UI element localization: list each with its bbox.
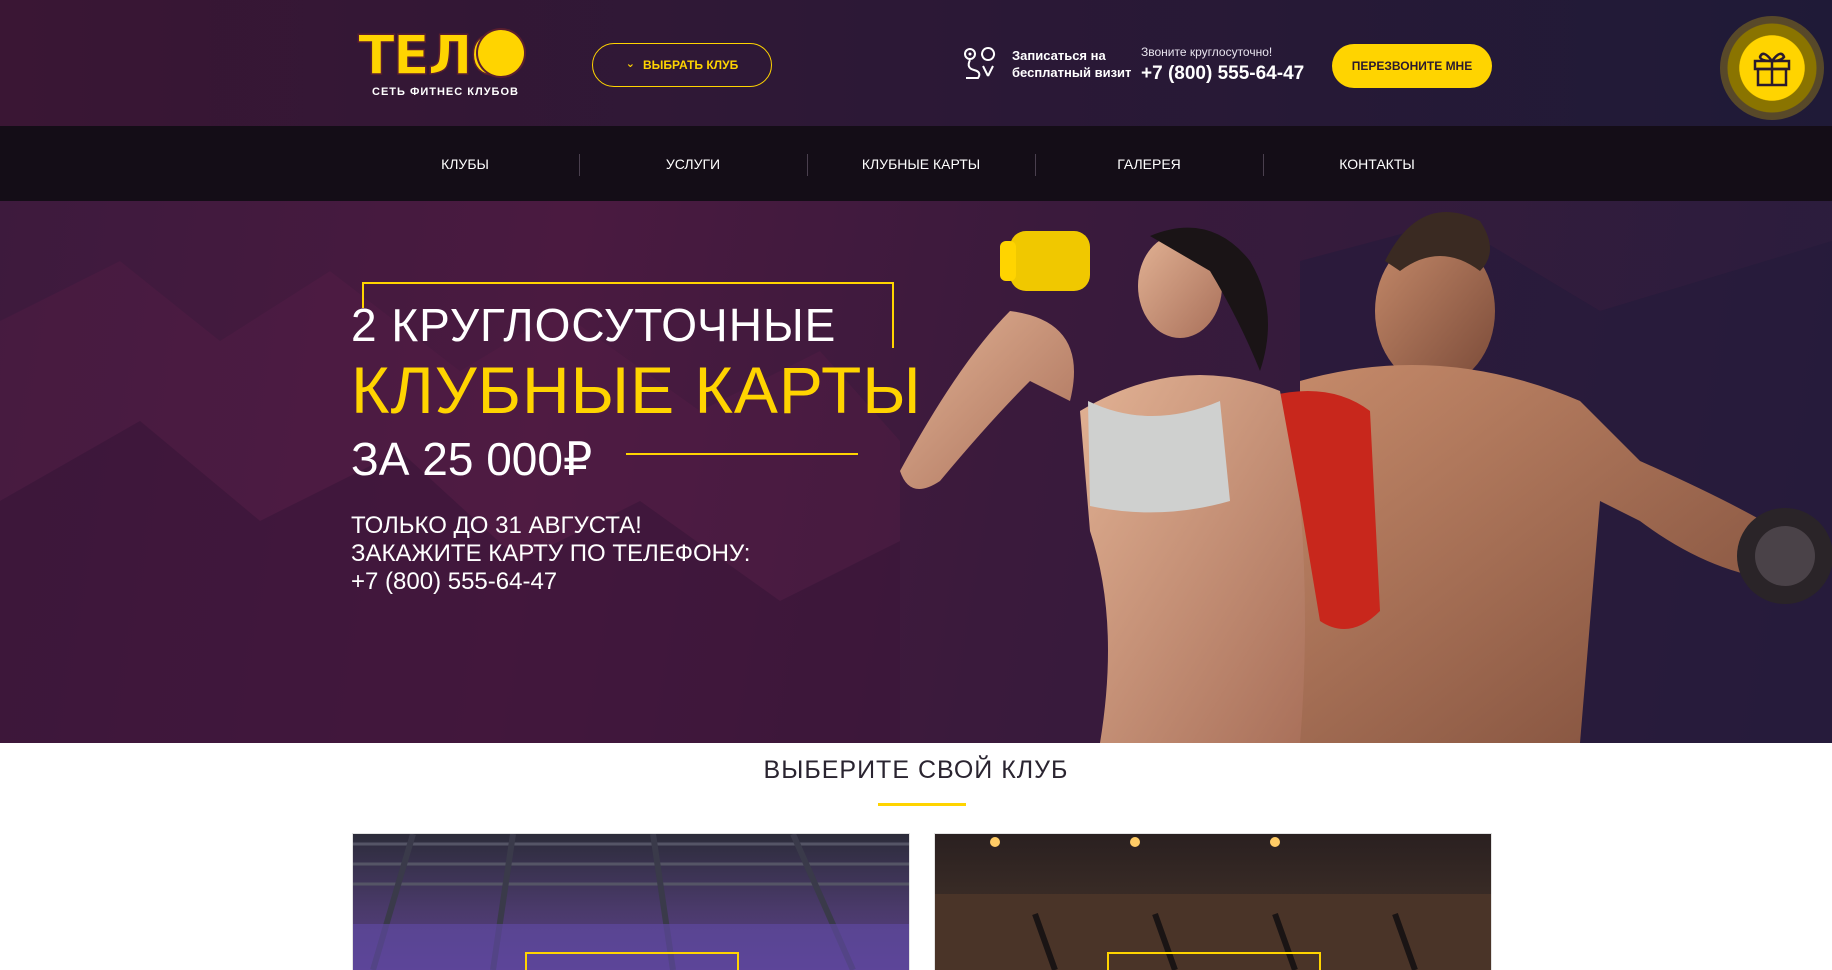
nav-item-contacts[interactable]: КОНТАКТЫ [1263, 126, 1491, 201]
gift-icon [1753, 52, 1791, 87]
phone-note: Звоните круглосуточно! [1141, 45, 1273, 59]
nav-item-clubs[interactable]: КЛУБЫ [351, 126, 579, 201]
phone-block: Звоните круглосуточно! +7 (800) 555-64-4… [1141, 45, 1304, 85]
main-nav: КЛУБЫ УСЛУГИ КЛУБНЫЕ КАРТЫ ГАЛЕРЕЯ КОНТА… [0, 126, 1832, 201]
club-card[interactable] [935, 834, 1491, 970]
hero-title-line1: 2 КРУГЛОСУТОЧНЫЕ [351, 299, 837, 351]
hero-price-underline [626, 453, 858, 455]
section-title: ВЫБЕРИТЕ СВОЙ КЛУБ [763, 756, 1069, 784]
nav-item-services[interactable]: УСЛУГИ [579, 126, 807, 201]
phone-number[interactable]: +7 (800) 555-64-47 [1141, 63, 1304, 85]
logo[interactable]: ТЕЛО СЕТЬ ФИТНЕС КЛУБОВ [357, 25, 528, 102]
club-card-frame [1107, 952, 1321, 970]
hero-subtitle: ТОЛЬКО ДО 31 АВГУСТА! ЗАКАЖИТЕ КАРТУ ПО … [351, 512, 750, 596]
hero-phone[interactable]: +7 (800) 555-64-47 [351, 568, 750, 596]
gift-button[interactable] [1720, 16, 1824, 120]
hero-title-line2: КЛУБНЫЕ КАРТЫ [351, 353, 922, 427]
free-visit-link[interactable]: Записаться на бесплатный визит [960, 46, 1142, 82]
nav-item-gallery[interactable]: ГАЛЕРЕЯ [1035, 126, 1263, 201]
hero-frame-top [362, 282, 894, 284]
logo-subtitle: СЕТЬ ФИТНЕС КЛУБОВ [372, 86, 519, 98]
callback-button[interactable]: ПЕРЕЗВОНИТЕ МНЕ [1332, 44, 1492, 88]
club-card-frame [525, 952, 739, 970]
select-club-button[interactable]: ⌄ ВЫБРАТЬ КЛУБ [592, 43, 772, 87]
free-visit-label: Записаться на бесплатный визит [1012, 48, 1132, 80]
club-card[interactable] [353, 834, 909, 970]
hero-order-text: ЗАКАЖИТЕ КАРТУ ПО ТЕЛЕФОНУ: [351, 540, 751, 567]
club-photo [935, 837, 1491, 970]
section-title-underline [878, 803, 966, 806]
map-route-icon [964, 47, 996, 79]
nav-item-club-cards[interactable]: КЛУБНЫЕ КАРТЫ [807, 126, 1035, 201]
select-club-label: ВЫБРАТЬ КЛУБ [643, 58, 739, 72]
top-header: ТЕЛО СЕТЬ ФИТНЕС КЛУБОВ ⌄ ВЫБРАТЬ КЛУБ З… [0, 0, 1832, 126]
chevron-down-icon: ⌄ [625, 57, 636, 70]
hero-price: ЗА 25 000₽ [351, 433, 593, 485]
hero-deadline: ТОЛЬКО ДО 31 АВГУСТА! [351, 512, 642, 539]
hero-frame-right [892, 282, 894, 348]
club-photo [353, 834, 909, 970]
athletes-photo [900, 212, 1832, 743]
logo-ball-icon [478, 30, 524, 76]
